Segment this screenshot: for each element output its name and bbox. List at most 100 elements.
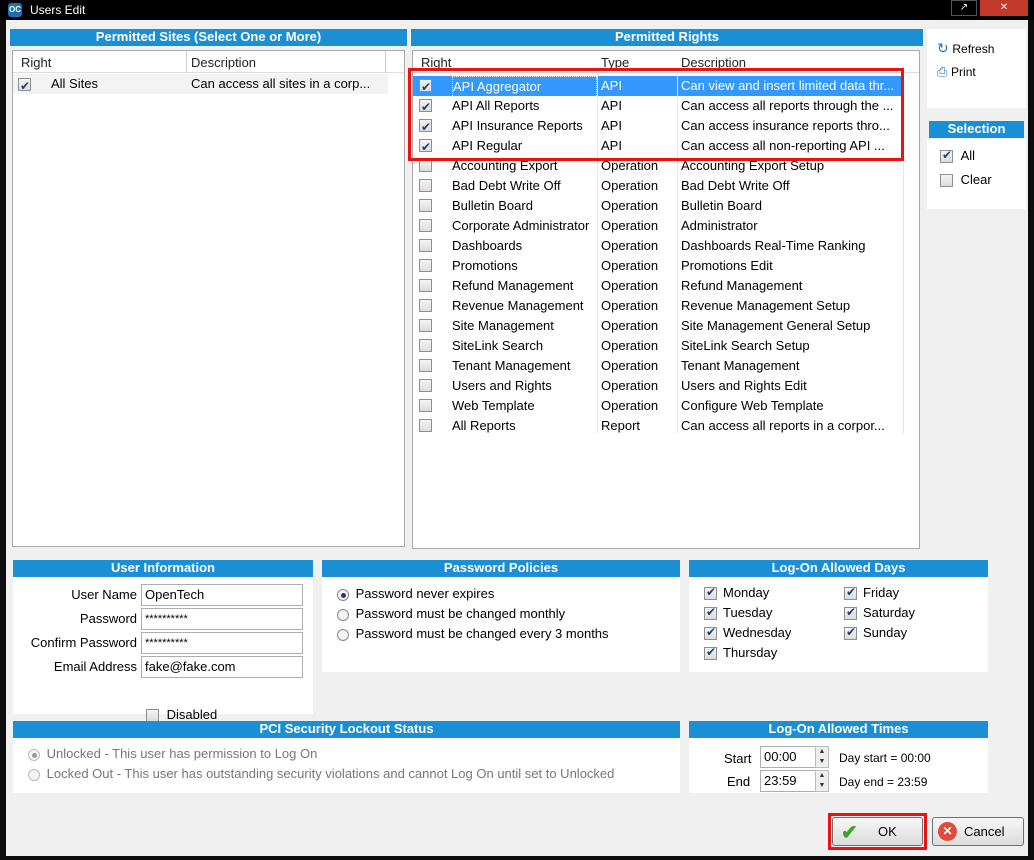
rights-row-right: Corporate Administrator (452, 218, 590, 233)
pci-unlocked-option[interactable]: Unlocked - This user has permission to L… (28, 746, 317, 761)
start-time-input[interactable]: 00:00 (760, 746, 818, 768)
rights-row[interactable]: Bulletin Board Operation Bulletin Board (413, 196, 903, 216)
close-window-button[interactable]: ✕ (980, 0, 1028, 16)
cancel-button[interactable]: ✕ Cancel (932, 817, 1024, 846)
rights-row-type: Operation (601, 358, 659, 373)
site-row[interactable]: All Sites Can access all sites in a corp… (13, 74, 388, 94)
day-sunday-checkbox[interactable] (844, 625, 857, 641)
rights-row-checkbox[interactable] (419, 219, 432, 232)
select-all-checkbox[interactable] (940, 148, 953, 164)
day-monday[interactable]: Monday (704, 585, 769, 601)
rights-row-checkbox[interactable] (419, 239, 432, 252)
logon-days-panel: Monday Tuesday Wednesday Thursday Friday… (689, 577, 988, 672)
ok-highlight-box (828, 813, 927, 850)
policy-monthly-radio[interactable] (337, 608, 349, 621)
refresh-button[interactable]: ↻ Refresh (937, 40, 994, 57)
policy-never-expires[interactable]: Password never expires (337, 586, 494, 601)
day-sunday[interactable]: Sunday (844, 625, 907, 641)
rights-row[interactable]: Promotions Operation Promotions Edit (413, 256, 903, 276)
policy-monthly[interactable]: Password must be changed monthly (337, 606, 565, 621)
username-input[interactable]: OpenTech (141, 584, 303, 606)
window-title: Users Edit (30, 3, 86, 17)
password-input[interactable]: ********** (141, 608, 303, 630)
select-clear-checkbox[interactable] (940, 174, 953, 188)
day-tuesday-checkbox[interactable] (704, 605, 717, 621)
pci-locked-radio[interactable] (28, 768, 40, 781)
pci-unlocked-radio[interactable] (28, 748, 40, 761)
day-wednesday-checkbox[interactable] (704, 625, 717, 641)
day-friday-checkbox[interactable] (844, 585, 857, 601)
logon-times-panel: Start 00:00 ▲ ▼ Day start = 00:00 End 23:… (689, 738, 988, 793)
disabled-option[interactable]: Disabled (146, 707, 217, 723)
rights-row-checkbox[interactable] (419, 299, 432, 312)
pci-panel: Unlocked - This user has permission to L… (13, 738, 680, 793)
restore-window-icon[interactable]: ↗ (951, 0, 977, 16)
sites-header: Permitted Sites (Select One or More) (10, 29, 407, 46)
rights-row-checkbox[interactable] (419, 339, 432, 352)
end-note: Day end = 23:59 (839, 775, 928, 789)
sites-col-description: Description (191, 55, 257, 70)
day-thursday-checkbox[interactable] (704, 645, 717, 661)
day-saturday-checkbox[interactable] (844, 605, 857, 621)
rights-row-checkbox[interactable] (419, 319, 432, 332)
rights-row-checkbox[interactable] (419, 199, 432, 212)
cancel-icon: ✕ (938, 822, 957, 841)
pci-locked-option[interactable]: Locked Out - This user has outstanding s… (28, 766, 614, 781)
rights-row-checkbox[interactable] (419, 359, 432, 372)
sites-grid-header: Right Description (13, 51, 404, 73)
policy-never-expires-radio[interactable] (337, 588, 349, 601)
rights-row-checkbox[interactable] (419, 279, 432, 292)
logon-days-header: Log-On Allowed Days (689, 560, 988, 577)
day-monday-checkbox[interactable] (704, 585, 717, 601)
rights-row-checkbox[interactable] (419, 419, 432, 432)
select-clear-option[interactable]: Clear (940, 172, 992, 188)
rights-row-right: Bad Debt Write Off (452, 178, 561, 193)
day-friday[interactable]: Friday (844, 585, 899, 601)
rights-row[interactable]: Site Management Operation Site Management … (413, 316, 903, 336)
policy-quarterly[interactable]: Password must be changed every 3 months (337, 626, 609, 641)
rights-row-description: Bulletin Board (681, 198, 762, 213)
end-time-spinner[interactable]: ▲ ▼ (815, 770, 829, 792)
logon-times-header: Log-On Allowed Times (689, 721, 988, 738)
rights-row[interactable]: Bad Debt Write Off Operation Bad Debt Writ… (413, 176, 903, 196)
email-input[interactable]: fake@fake.com (141, 656, 303, 678)
rights-row[interactable]: Tenant Management Operation Tenant Managem… (413, 356, 903, 376)
rights-row[interactable]: Web Template Operation Configure Web Templ… (413, 396, 903, 416)
day-thursday[interactable]: Thursday (704, 645, 777, 661)
rights-row-description: Dashboards Real-Time Ranking (681, 238, 866, 253)
rights-row[interactable]: Users and Rights Operation Users and Right… (413, 376, 903, 396)
start-note: Day start = 00:00 (839, 751, 931, 765)
rights-row-checkbox[interactable] (419, 179, 432, 192)
rights-highlight-box (408, 68, 904, 161)
day-wednesday[interactable]: Wednesday (704, 625, 791, 641)
site-row-checkbox[interactable] (18, 76, 31, 94)
rights-row-description: SiteLink Search Setup (681, 338, 810, 353)
rights-row-right: Users and Rights (452, 378, 552, 393)
rights-row-description: Can access all reports in a corpor... (681, 418, 885, 433)
rights-row[interactable]: All Reports Report Can access all reports … (413, 416, 903, 436)
start-time-spinner[interactable]: ▲ ▼ (815, 746, 829, 768)
confirm-password-input[interactable]: ********** (141, 632, 303, 654)
print-button[interactable]: ⎙ Print (937, 64, 976, 80)
end-time-input[interactable]: 23:59 (760, 770, 818, 792)
day-saturday[interactable]: Saturday (844, 605, 915, 621)
rights-row-checkbox[interactable] (419, 259, 432, 272)
rights-row-type: Operation (601, 398, 659, 413)
rights-row[interactable]: Corporate Administrator Operation Administ… (413, 216, 903, 236)
rights-row-type: Operation (601, 278, 659, 293)
select-all-option[interactable]: All (940, 148, 975, 164)
rights-row-description: Site Management General Setup (681, 318, 871, 333)
rights-row-right: SiteLink Search (452, 338, 544, 353)
site-row-right: All Sites (51, 76, 98, 91)
day-tuesday[interactable]: Tuesday (704, 605, 772, 621)
rights-row[interactable]: Dashboards Operation Dashboards Real-Time … (413, 236, 903, 256)
title-bar: OC Users Edit ↗ ✕ (0, 0, 1034, 20)
toolbar-panel: ↻ Refresh ⎙ Print (927, 29, 1026, 108)
rights-row[interactable]: Revenue Management Operation Revenue Manag… (413, 296, 903, 316)
rights-row[interactable]: Refund Management Operation Refund Managem… (413, 276, 903, 296)
rights-row[interactable]: SiteLink Search Operation SiteLink Search … (413, 336, 903, 356)
rights-row-checkbox[interactable] (419, 379, 432, 392)
policy-quarterly-radio[interactable] (337, 628, 349, 641)
rights-row-checkbox[interactable] (419, 399, 432, 412)
rights-row-type: Operation (601, 198, 659, 213)
